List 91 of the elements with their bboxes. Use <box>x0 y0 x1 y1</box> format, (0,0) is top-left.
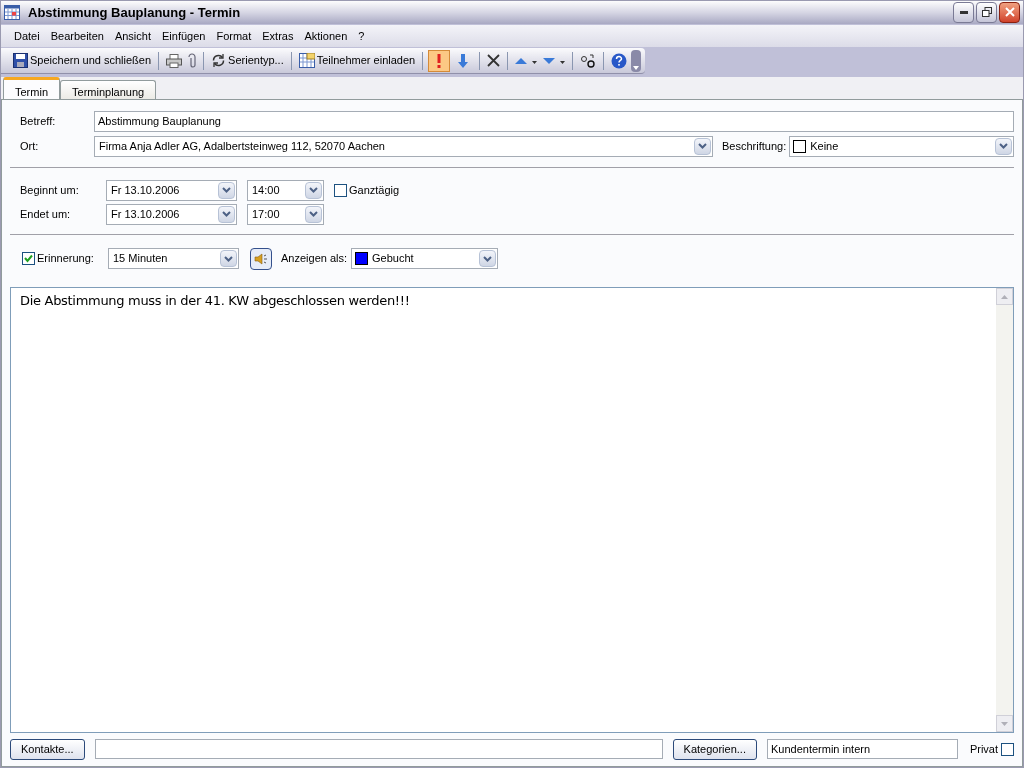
menu-item[interactable]: Format <box>211 27 257 44</box>
categories-field[interactable]: Kundentermin intern <box>766 739 958 759</box>
exclamation-icon <box>437 53 442 68</box>
minimize-button[interactable] <box>953 1 974 23</box>
menu-item[interactable]: Einfügen <box>157 27 211 44</box>
chevron-down-icon <box>698 143 707 149</box>
calendar-icon <box>298 53 315 68</box>
save-button[interactable]: Speichern und schließen <box>11 49 154 72</box>
notes-text: Die Abstimmung muss in der 41. KW abgeschlossen werden!!! <box>20 293 410 308</box>
chevron-down-icon <box>222 211 231 217</box>
help-icon <box>611 52 628 69</box>
contacts-field[interactable] <box>94 739 663 759</box>
up-arrow-icon <box>515 55 538 66</box>
dropdown-arrow-button[interactable] <box>305 181 322 199</box>
tab[interactable]: Termin <box>3 77 60 99</box>
reminder-combo[interactable]: 15 Minuten <box>108 248 239 269</box>
checkbox-label: Privat <box>969 741 998 757</box>
field-label: Endet um: <box>20 206 72 222</box>
translate-icon <box>580 52 597 69</box>
menu-item[interactable]: Ansicht <box>109 27 156 44</box>
down-arrow-icon <box>458 53 469 68</box>
menu-item[interactable]: Extras <box>257 27 299 44</box>
subject-field[interactable]: Abstimmung Bauplanung <box>94 110 1014 132</box>
speaker-icon <box>254 252 268 265</box>
menu-item[interactable]: ? <box>353 27 370 44</box>
start-time-combo[interactable]: 14:00 <box>247 179 324 201</box>
circular-arrows-icon <box>211 53 227 68</box>
label-combo[interactable]: Keine <box>789 135 1014 157</box>
field-label: Anzeigen als: <box>281 251 348 267</box>
field-label: Betreff: <box>20 113 57 129</box>
combo-value: Gebucht <box>371 251 415 267</box>
combo-value: Fr 13.10.2006 <box>110 182 181 198</box>
tab[interactable]: Terminplanung <box>60 80 157 99</box>
contacts-button[interactable]: Kontakte... <box>10 738 85 760</box>
combo-value: Fr 13.10.2006 <box>110 206 181 222</box>
maximize-icon <box>981 7 992 18</box>
chevron-down-icon <box>999 143 1008 149</box>
checkbox[interactable] <box>22 252 35 265</box>
checkbox-label: Erinnerung: <box>37 251 94 267</box>
combo-value: 15 Minuten <box>112 251 169 267</box>
end-date-combo[interactable]: Fr 13.10.2006 <box>106 203 237 225</box>
dropdown-arrow-button[interactable] <box>995 137 1012 155</box>
invite-button[interactable]: Teilnehmer einladen <box>296 49 418 72</box>
menu-item[interactable]: Bearbeiten <box>45 27 109 44</box>
location-combo[interactable]: Firma Anja Adler AG, Adalbertsteinweg 112, 52070 Aachen <box>94 135 713 157</box>
caret-icon <box>633 65 640 70</box>
combo-value: Keine <box>809 138 840 154</box>
calendar-icon <box>4 4 20 21</box>
field-label: Ort: <box>20 138 40 154</box>
toolbar-options-button[interactable] <box>631 49 642 72</box>
menu-item[interactable]: Aktionen <box>299 27 353 44</box>
show-as-combo[interactable]: Gebucht <box>351 248 499 269</box>
checkbox-label: Ganztägig <box>349 182 400 198</box>
caret-icon <box>1001 721 1008 726</box>
down-arrow-icon <box>543 55 566 66</box>
high-importance-button[interactable] <box>428 49 451 72</box>
chevron-down-icon <box>222 187 231 193</box>
notes-field[interactable]: Die Abstimmung muss in der 41. KW abgeschlossen werden!!! <box>10 287 1014 733</box>
combo-value: 14:00 <box>251 182 281 198</box>
field-label: Beschriftung: <box>722 138 787 154</box>
combo-value: 17:00 <box>251 206 281 222</box>
chevron-down-icon <box>483 255 493 262</box>
printer-icon <box>166 53 183 68</box>
recurrence-button[interactable]: Serientyp... <box>209 49 286 72</box>
maximize-button[interactable] <box>976 1 997 23</box>
dropdown-arrow-button[interactable] <box>218 205 235 223</box>
x-icon <box>487 54 501 67</box>
sound-button[interactable] <box>250 247 272 270</box>
field-label: Beginnt um: <box>20 182 80 198</box>
close-icon <box>1004 7 1015 18</box>
checkbox[interactable] <box>334 183 347 197</box>
chevron-down-icon <box>309 211 318 217</box>
dropdown-arrow-button[interactable] <box>218 181 235 199</box>
caret-icon <box>1001 294 1008 299</box>
minimize-icon <box>959 10 968 14</box>
dropdown-arrow-button[interactable] <box>220 250 237 267</box>
chevron-down-icon <box>224 255 233 262</box>
dropdown-arrow-button[interactable] <box>694 137 711 155</box>
combo-value: Firma Anja Adler AG, Adalbertsteinweg 112, 52070 Aachen <box>98 138 386 154</box>
checkbox[interactable] <box>1001 742 1014 756</box>
end-time-combo[interactable]: 17:00 <box>247 203 324 225</box>
start-date-combo[interactable]: Fr 13.10.2006 <box>106 179 237 201</box>
chevron-down-icon <box>309 187 318 193</box>
menu-item[interactable]: Datei <box>9 27 45 44</box>
close-button[interactable] <box>999 1 1020 23</box>
dropdown-arrow-button[interactable] <box>479 250 497 267</box>
window-title: Abstimmung Bauplanung - Termin <box>28 3 242 22</box>
dropdown-arrow-button[interactable] <box>305 205 322 223</box>
categories-button[interactable]: Kategorien... <box>672 738 757 760</box>
paperclip-icon <box>188 53 197 68</box>
checkmark-icon <box>24 254 33 263</box>
